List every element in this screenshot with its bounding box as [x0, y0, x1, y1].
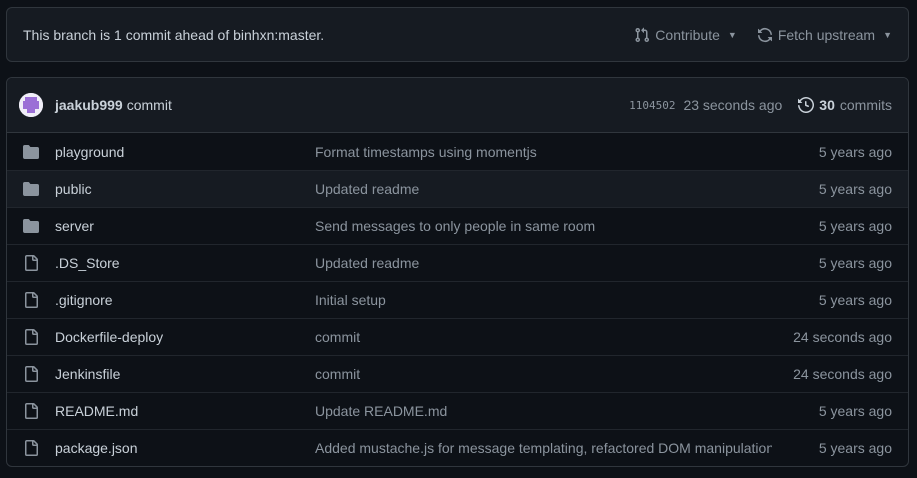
- file-commit-age: 5 years ago: [818, 403, 892, 419]
- file-icon: [23, 440, 39, 456]
- file-commit-message-link[interactable]: Updated readme: [315, 255, 772, 271]
- file-name-link[interactable]: playground: [55, 144, 315, 160]
- file-row[interactable]: server Send messages to only people in sa…: [7, 207, 908, 244]
- file-name-link[interactable]: public: [55, 181, 315, 197]
- file-row[interactable]: Jenkinsfile commit 24 seconds ago: [7, 355, 908, 392]
- contribute-label: Contribute: [655, 26, 720, 43]
- file-list: playground Format timestamps using moment…: [7, 133, 908, 466]
- file-commit-message-link[interactable]: Added mustache.js for message templating…: [315, 440, 772, 456]
- commits-label: commits: [839, 97, 892, 113]
- file-name-link[interactable]: server: [55, 218, 315, 234]
- file-name-link[interactable]: Dockerfile-deploy: [55, 329, 315, 345]
- folder-icon: [23, 144, 39, 160]
- file-commit-age: 5 years ago: [818, 218, 892, 234]
- file-commit-age: 5 years ago: [818, 440, 892, 456]
- file-row[interactable]: .gitignore Initial setup 5 years ago: [7, 281, 908, 318]
- file-icon: [23, 292, 39, 308]
- branch-status-text: This branch is 1 commit ahead of binhxn:…: [23, 26, 325, 43]
- file-icon: [23, 403, 39, 419]
- file-commit-message-link[interactable]: Initial setup: [315, 292, 772, 308]
- file-commit-message-link[interactable]: Update README.md: [315, 403, 772, 419]
- history-icon: [798, 97, 815, 113]
- chevron-down-icon: ▼: [883, 29, 892, 40]
- folder-icon: [23, 181, 39, 197]
- commits-history-link[interactable]: 30 commits: [798, 97, 892, 113]
- contribute-button[interactable]: Contribute ▼: [634, 27, 737, 43]
- file-commit-age: 5 years ago: [818, 143, 892, 160]
- commits-count: 30: [819, 97, 835, 113]
- file-name-link[interactable]: package.json: [55, 440, 315, 456]
- commit-sha[interactable]: 1104502: [629, 99, 675, 112]
- file-row[interactable]: .DS_Store Updated readme 5 years ago: [7, 244, 908, 281]
- file-row[interactable]: playground Format timestamps using moment…: [7, 133, 908, 170]
- file-commit-age: 5 years ago: [818, 181, 892, 197]
- file-name-link[interactable]: README.md: [55, 403, 315, 419]
- pull-request-icon: [635, 27, 650, 42]
- commit-author[interactable]: jaakub999: [55, 97, 123, 113]
- file-commit-message-link[interactable]: commit: [315, 329, 772, 345]
- file-row[interactable]: public Updated readme 5 years ago: [7, 170, 908, 207]
- file-icon: [23, 255, 39, 271]
- file-name-link[interactable]: .gitignore: [55, 292, 315, 308]
- file-icon: [23, 366, 39, 382]
- branch-actions: Contribute ▼ Fetch upstream ▼: [634, 27, 892, 43]
- file-commit-message-link[interactable]: Updated readme: [315, 181, 772, 197]
- fetch-upstream-label: Fetch upstream: [777, 26, 876, 43]
- sync-icon: [757, 27, 772, 42]
- folder-icon: [23, 218, 39, 234]
- commit-message[interactable]: commit: [127, 97, 629, 113]
- file-name-link[interactable]: .DS_Store: [55, 255, 315, 271]
- file-row[interactable]: package.json Added mustache.js for messag…: [7, 429, 908, 466]
- avatar-identicon: [19, 93, 43, 117]
- commit-time[interactable]: 23 seconds ago: [683, 97, 782, 113]
- file-commit-message-link[interactable]: commit: [315, 366, 772, 382]
- file-commit-age: 24 seconds ago: [793, 329, 892, 345]
- file-name-link[interactable]: Jenkinsfile: [55, 366, 315, 382]
- file-commit-age: 24 seconds ago: [793, 366, 892, 382]
- file-commit-age: 5 years ago: [818, 292, 892, 308]
- file-browser: jaakub999 commit 1104502 23 seconds ago …: [6, 77, 909, 467]
- file-commit-age: 5 years ago: [818, 255, 892, 271]
- file-commit-message-link[interactable]: Send messages to only people in same roo…: [315, 218, 772, 234]
- branch-status-bar: This branch is 1 commit ahead of binhxn:…: [6, 7, 909, 62]
- latest-commit-bar: jaakub999 commit 1104502 23 seconds ago …: [7, 78, 908, 133]
- avatar[interactable]: [19, 93, 43, 117]
- fetch-upstream-button[interactable]: Fetch upstream ▼: [757, 27, 892, 43]
- file-row[interactable]: README.md Update README.md 5 years ago: [7, 392, 908, 429]
- file-row[interactable]: Dockerfile-deploy commit 24 seconds ago: [7, 318, 908, 355]
- file-commit-message-link[interactable]: Format timestamps using momentjs: [315, 144, 772, 160]
- file-icon: [23, 329, 39, 345]
- chevron-down-icon: ▼: [727, 29, 737, 40]
